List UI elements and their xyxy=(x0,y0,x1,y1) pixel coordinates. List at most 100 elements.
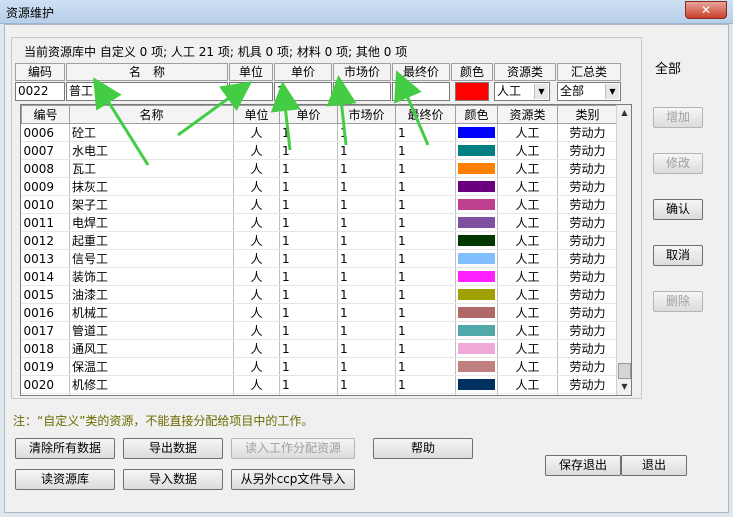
cell-name: 试验工 xyxy=(69,393,234,395)
cell-price: 1 xyxy=(279,357,338,376)
column-header[interactable]: 单位 xyxy=(233,105,280,124)
cell-code: 0015 xyxy=(21,285,70,304)
cell-unit: 人 xyxy=(233,213,280,232)
table-row[interactable]: 0011 电焊工人 1 1 1 人工 劳动力 xyxy=(21,213,618,232)
cell-price: 1 xyxy=(279,375,338,394)
table-row[interactable]: 0006 砼工人 1 1 1 人工 劳动力 xyxy=(21,123,618,142)
table-row[interactable]: 0013 信号工人 1 1 1 人工 劳动力 xyxy=(21,249,618,268)
table-row[interactable]: 0020 机修工人 1 1 1 人工 劳动力 xyxy=(21,375,618,394)
cell-market: 1 xyxy=(337,339,396,358)
column-header[interactable]: 颜色 xyxy=(455,105,498,124)
scroll-down-icon[interactable]: ▼ xyxy=(618,380,631,394)
chevron-down-icon[interactable]: ▼ xyxy=(534,84,548,99)
market-price-field[interactable]: 1 xyxy=(333,82,391,101)
confirm-button[interactable]: 确认 xyxy=(653,199,703,220)
read-library-button[interactable]: 读资源库 xyxy=(15,469,115,490)
import-button[interactable]: 导入数据 xyxy=(123,469,223,490)
unit-field[interactable]: 人 xyxy=(229,82,273,101)
column-header[interactable]: 名称 xyxy=(69,105,234,124)
table-row[interactable]: 0007 水电工人 1 1 1 人工 劳动力 xyxy=(21,141,618,160)
add-button[interactable]: 增加 xyxy=(653,107,703,128)
cell-type: 人工 xyxy=(497,141,558,160)
summary-type-header: 汇总类 xyxy=(557,63,621,81)
table-row[interactable]: 0009 抹灰工人 1 1 1 人工 劳动力 xyxy=(21,177,618,196)
cell-name: 水电工 xyxy=(69,141,234,160)
final-price-header: 最终价 xyxy=(392,63,450,81)
cell-color xyxy=(455,231,498,250)
color-swatch xyxy=(458,307,495,318)
cell-market: 1 xyxy=(337,177,396,196)
close-button[interactable]: ✕ xyxy=(685,1,727,19)
cell-category: 劳动力 xyxy=(557,213,618,232)
cell-code: 0018 xyxy=(21,339,70,358)
cell-category: 劳动力 xyxy=(557,123,618,142)
color-swatch[interactable] xyxy=(455,82,489,101)
cell-final: 1 xyxy=(395,231,456,250)
column-header[interactable]: 市场价 xyxy=(337,105,396,124)
table-row[interactable]: 0016 机械工人 1 1 1 人工 劳动力 xyxy=(21,303,618,322)
title-bar: 资源维护 ✕ xyxy=(0,0,733,24)
final-price-field[interactable]: 1 xyxy=(392,82,450,101)
window-title: 资源维护 xyxy=(6,6,55,20)
code-field[interactable]: 0022 xyxy=(15,82,65,101)
color-header: 颜色 xyxy=(451,63,493,81)
help-button[interactable]: 帮助 xyxy=(373,438,473,459)
color-swatch xyxy=(458,289,495,300)
resource-type-select[interactable]: 人工 ▼ xyxy=(494,82,550,101)
column-header[interactable]: 编号 xyxy=(21,105,70,124)
cell-code: 0013 xyxy=(21,249,70,268)
name-field[interactable]: 普工 xyxy=(66,82,228,101)
column-header[interactable]: 单价 xyxy=(279,105,338,124)
cell-color xyxy=(455,267,498,286)
table-row[interactable]: 0008 瓦工人 1 1 1 人工 劳动力 xyxy=(21,159,618,178)
table-row[interactable]: 0021试验工人111人工劳动力 xyxy=(21,393,618,395)
summary-type-select[interactable]: 全部 ▼ xyxy=(557,82,621,101)
cancel-button[interactable]: 取消 xyxy=(653,245,703,266)
color-swatch xyxy=(458,145,495,156)
table-row[interactable]: 0019 保温工人 1 1 1 人工 劳动力 xyxy=(21,357,618,376)
read-work-assignment-button[interactable]: 读入工作分配资源 xyxy=(231,438,355,459)
chevron-down-icon[interactable]: ▼ xyxy=(605,84,619,99)
unit-header: 单位 xyxy=(229,63,273,81)
cell-market: 1 xyxy=(337,357,396,376)
table-row[interactable]: 0015 油漆工人 1 1 1 人工 劳动力 xyxy=(21,285,618,304)
cell-color xyxy=(455,123,498,142)
cell-category: 劳动力 xyxy=(557,357,618,376)
cell-price: 1 xyxy=(279,195,338,214)
column-header[interactable]: 类别 xyxy=(557,105,618,124)
scroll-up-icon[interactable]: ▲ xyxy=(618,106,631,120)
code-header: 编码 xyxy=(15,63,65,81)
cell-name: 机械工 xyxy=(69,303,234,322)
modify-button[interactable]: 修改 xyxy=(653,153,703,174)
delete-button[interactable]: 删除 xyxy=(653,291,703,312)
table-row[interactable]: 0017 管道工人 1 1 1 人工 劳动力 xyxy=(21,321,618,340)
cell-category: 劳动力 xyxy=(557,141,618,160)
cell-name: 通风工 xyxy=(69,339,234,358)
column-header[interactable]: 资源类 xyxy=(497,105,558,124)
cell-code: 0019 xyxy=(21,357,70,376)
cell-final: 1 xyxy=(395,249,456,268)
column-header[interactable]: 最终价 xyxy=(395,105,456,124)
filter-label: 全部 xyxy=(655,62,682,77)
table-row[interactable]: 0010 架子工人 1 1 1 人工 劳动力 xyxy=(21,195,618,214)
cell-category: 劳动力 xyxy=(557,267,618,286)
cell-code: 0009 xyxy=(21,177,70,196)
cell-price: 1 xyxy=(279,267,338,286)
save-exit-button[interactable]: 保存退出 xyxy=(545,455,621,476)
summary-type-value: 全部 xyxy=(560,84,585,98)
import-from-ccp-button[interactable]: 从另外ccp文件导入 xyxy=(231,469,355,490)
scroll-thumb[interactable] xyxy=(618,363,631,379)
export-button[interactable]: 导出数据 xyxy=(123,438,223,459)
resource-group: 当前资源库中 自定义 0 项; 人工 21 项; 机具 0 项; 材料 0 项;… xyxy=(11,37,642,399)
clear-all-button[interactable]: 清除所有数据 xyxy=(15,438,115,459)
color-swatch xyxy=(458,127,495,138)
table-row[interactable]: 0012 起重工人 1 1 1 人工 劳动力 xyxy=(21,231,618,250)
cell-name: 架子工 xyxy=(69,195,234,214)
cell-name: 信号工 xyxy=(69,249,234,268)
exit-button[interactable]: 退出 xyxy=(621,455,687,476)
table-row[interactable]: 0014 装饰工人 1 1 1 人工 劳动力 xyxy=(21,267,618,286)
vertical-scrollbar[interactable]: ▲ ▼ xyxy=(616,105,631,395)
table-row[interactable]: 0018 通风工人 1 1 1 人工 劳动力 xyxy=(21,339,618,358)
price-field[interactable]: 1 xyxy=(274,82,332,101)
cell-color xyxy=(455,141,498,160)
